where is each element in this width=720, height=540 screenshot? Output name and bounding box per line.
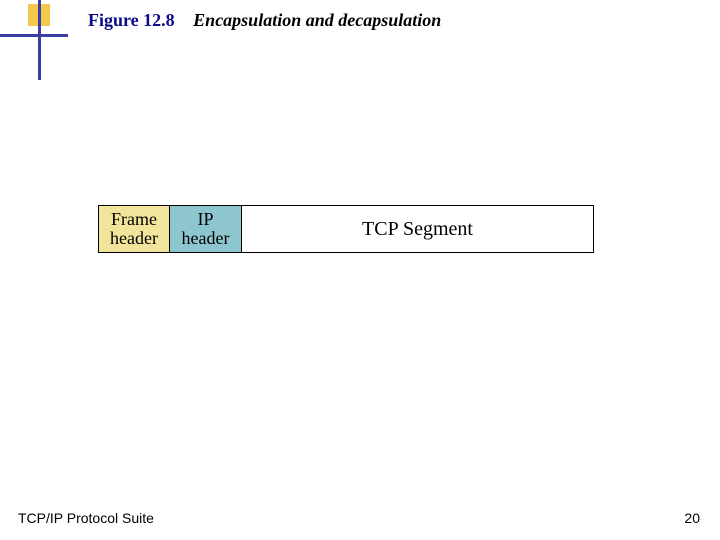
figure-title: Encapsulation and decapsulation — [193, 10, 441, 30]
tcp-segment-cell: TCP Segment — [242, 205, 594, 253]
figure-caption: Figure 12.8 Encapsulation and decapsulat… — [88, 10, 441, 31]
tcp-segment-label: TCP Segment — [362, 219, 473, 240]
encapsulation-diagram: Frame header IP header TCP Segment — [98, 205, 594, 253]
page-number: 20 — [684, 510, 700, 526]
ip-header-label-line1: IP — [182, 210, 230, 229]
decorative-vertical-line — [38, 0, 41, 80]
figure-number: Figure 12.8 — [88, 10, 175, 30]
frame-header-cell: Frame header — [98, 205, 170, 253]
frame-header-label-line1: Frame — [110, 210, 158, 229]
footer-text: TCP/IP Protocol Suite — [18, 510, 154, 526]
ip-header-cell: IP header — [170, 205, 242, 253]
frame-header-label-line2: header — [110, 229, 158, 248]
ip-header-label-line2: header — [182, 229, 230, 248]
decorative-horizontal-line — [0, 34, 68, 37]
slide: Figure 12.8 Encapsulation and decapsulat… — [0, 0, 720, 540]
